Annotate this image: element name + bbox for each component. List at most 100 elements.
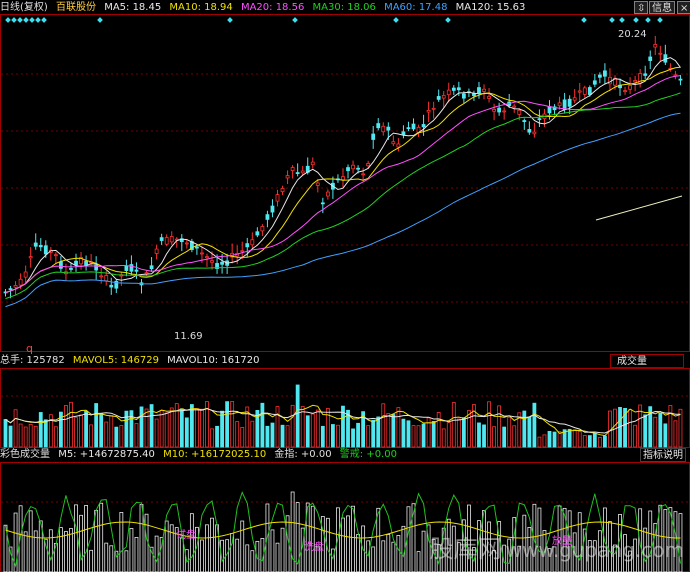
candle-body [376, 123, 381, 129]
high-price-label: 20.24 [618, 29, 647, 40]
volume-chart[interactable] [0, 368, 690, 448]
candle-body [371, 133, 376, 140]
candle-body [361, 173, 366, 176]
volume-bar [305, 415, 310, 448]
price-chart[interactable] [0, 14, 690, 352]
candle-body [69, 268, 73, 270]
volume-bar [114, 426, 119, 448]
candle-body [356, 167, 360, 170]
color-volume-title: 彩色成交量 [0, 449, 50, 460]
signal-marker [29, 17, 35, 23]
volume-bar [547, 430, 552, 448]
volume-bar [492, 426, 496, 448]
candle-body [401, 131, 406, 136]
volume-total: 总手: 125782 [0, 355, 65, 366]
watermark: 股库网 www.gupang.com [430, 529, 684, 564]
color-volume-bar [23, 531, 28, 572]
volume-bar [320, 425, 325, 448]
candle-body [28, 256, 33, 259]
volume-bar [99, 413, 104, 448]
volume-bar [461, 417, 466, 448]
volume-bar [184, 417, 189, 448]
volume-bar [577, 431, 582, 448]
candle-body [84, 260, 88, 266]
volume-bar [300, 406, 305, 448]
color-volume-bar [245, 544, 250, 572]
color-volume-bar [275, 542, 280, 572]
volume-bar [331, 424, 335, 448]
color-volume-bar [144, 513, 149, 572]
color-volume-bar [210, 517, 214, 572]
volume-bar [567, 428, 572, 448]
volume-bar [280, 424, 285, 448]
candle-body [315, 182, 320, 186]
color-volume-bar [154, 535, 159, 572]
volume-bar [603, 435, 607, 448]
volume-indicator-button[interactable]: 成交量 [610, 354, 684, 368]
candle-body [633, 80, 638, 83]
volume-bar [33, 425, 38, 448]
color-volume-bar [99, 502, 104, 572]
volume-bar [386, 413, 391, 448]
volume-bar [210, 428, 214, 448]
expand-icon[interactable]: ⇳ [634, 1, 649, 14]
volume-bar [527, 416, 532, 448]
color-volume-bar [134, 536, 139, 572]
candle-body [502, 110, 507, 113]
volume-bar [396, 407, 401, 448]
volume-bar [371, 419, 376, 448]
indicator-help-button[interactable]: 指标说明 [640, 448, 686, 462]
candle-body [431, 107, 436, 110]
volume-bar [542, 434, 547, 448]
volume-bar [104, 421, 109, 448]
volume-bar [653, 416, 658, 448]
candle-body [547, 106, 552, 114]
signal-marker [609, 17, 615, 23]
candle-body [456, 87, 461, 91]
signal-marker [393, 17, 399, 23]
volume-bar [28, 424, 33, 448]
candle-body [628, 85, 632, 90]
volume-bar [240, 426, 245, 448]
candle-body [532, 131, 537, 135]
watermark-url: www.gupang.com [505, 538, 684, 562]
candle-body [587, 87, 592, 95]
volume-bar [310, 413, 315, 448]
volume-bar [431, 421, 436, 448]
color-volume-bar [270, 529, 275, 572]
candle-body [184, 242, 189, 245]
candle-body [164, 237, 169, 245]
color-volume-bar [386, 534, 391, 572]
candle-body [154, 248, 159, 254]
close-icon[interactable]: × [677, 1, 690, 14]
candle-body [346, 167, 350, 172]
volume-bar [139, 406, 144, 448]
volume-bar [89, 424, 94, 448]
candle-body [537, 118, 542, 121]
candle-body [391, 141, 396, 145]
volume-bar [426, 417, 431, 448]
candle-body [436, 96, 441, 100]
color-volume-bar [381, 540, 386, 572]
volume-bar [582, 435, 587, 448]
color-volume-header: 彩色成交量 M5: +14672875.40 M10: +16172025.10… [0, 448, 690, 462]
volume-bar [597, 437, 602, 448]
volume-bar [295, 384, 300, 448]
volume-bar [270, 422, 275, 448]
volume-bar [79, 414, 83, 448]
candle-body [351, 164, 355, 170]
info-button[interactable]: 信息 [649, 1, 675, 14]
color-volume-bar [64, 531, 68, 572]
color-volume-bar [205, 524, 209, 572]
volume-bar [43, 419, 48, 448]
color-volume-bar [109, 545, 114, 572]
candle-body [461, 93, 466, 99]
candle-body [648, 56, 653, 61]
volume-bar [537, 436, 542, 448]
color-volume-bar [74, 504, 78, 572]
volume-header: 总手: 125782 MAVOL5: 146729 MAVOL10: 16172… [0, 354, 690, 368]
candle-body [381, 125, 386, 133]
candle-body [396, 143, 401, 148]
candle-body [99, 275, 104, 278]
stock-name: 百联股份 [56, 2, 96, 13]
